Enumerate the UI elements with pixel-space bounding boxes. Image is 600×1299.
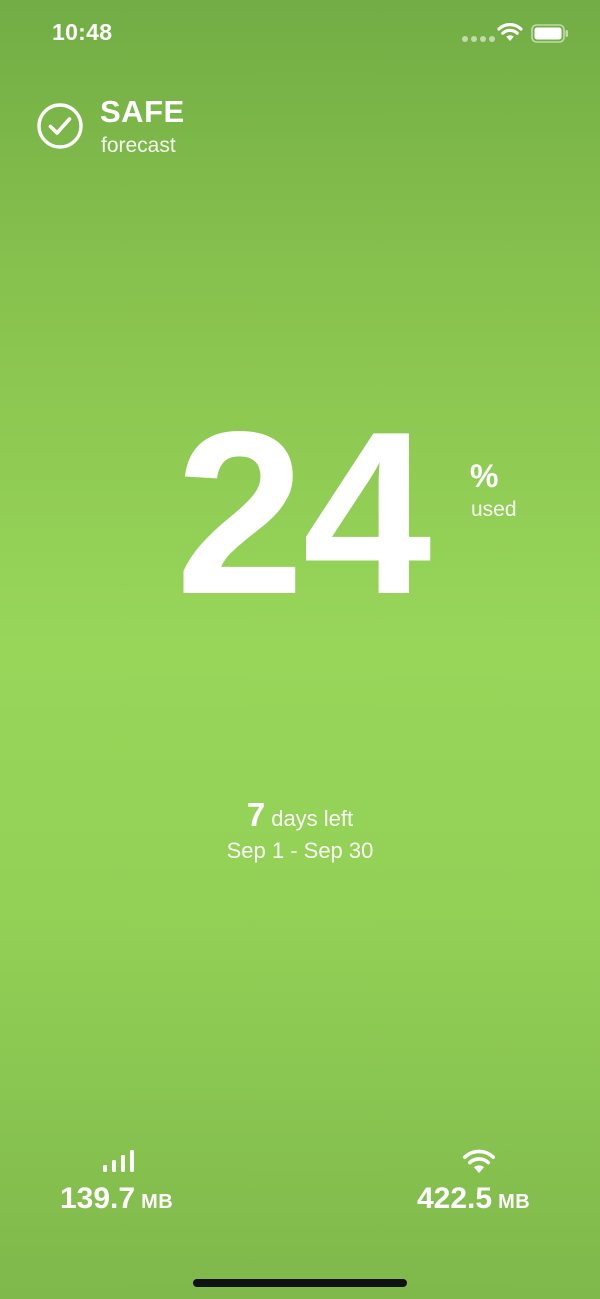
status-bar: 10:48 <box>0 0 600 66</box>
app-screen: 10:48 SAFE forecast 24 % used 7 days left… <box>0 0 600 1299</box>
home-indicator[interactable] <box>193 1279 407 1287</box>
usage-unit: % <box>470 458 499 494</box>
days-left-count: 7 <box>246 796 266 833</box>
status-time: 10:48 <box>52 19 113 45</box>
cellular-usage: 139.7 MB <box>60 1182 173 1216</box>
cellular-signal-icon <box>103 1150 134 1172</box>
battery-icon <box>531 24 568 43</box>
usage-caption: used <box>471 498 517 521</box>
days-left: 7 days left <box>0 796 600 834</box>
cellular-usage-value: 139.7 <box>60 1182 136 1215</box>
wifi-status-icon <box>497 23 523 41</box>
billing-period: Sep 1 - Sep 30 <box>226 838 374 863</box>
wifi-usage-unit: MB <box>498 1191 531 1213</box>
forecast-label: forecast <box>101 134 176 157</box>
days-left-label: days left <box>271 806 354 831</box>
wifi-usage-value: 422.5 <box>417 1182 493 1215</box>
wifi-usage: 422.5 MB <box>417 1182 530 1216</box>
usage-percentage: 24 <box>175 384 431 643</box>
wifi-icon <box>463 1149 495 1173</box>
forecast-status: SAFE <box>100 94 185 129</box>
checkmark-circle-icon <box>37 103 83 149</box>
cellular-usage-unit: MB <box>141 1191 174 1213</box>
